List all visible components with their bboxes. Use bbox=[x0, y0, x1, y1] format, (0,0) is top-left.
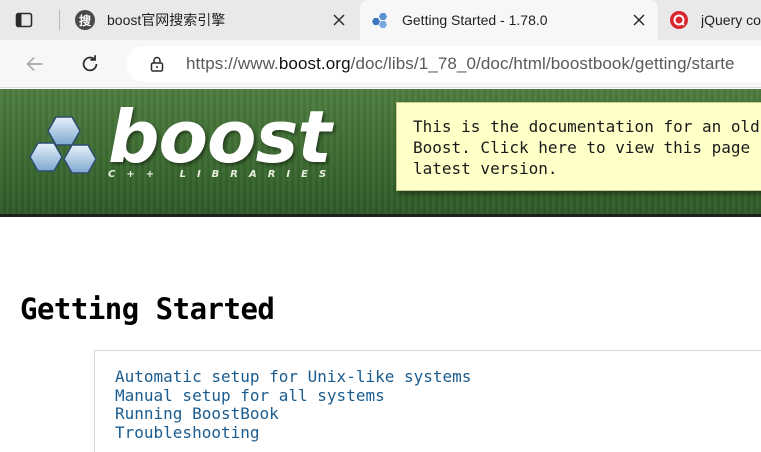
toc-link-manual-setup[interactable]: Manual setup for all systems bbox=[115, 386, 761, 406]
tab-actions-icon bbox=[15, 12, 33, 28]
tab-title: Getting Started - 1.78.0 bbox=[402, 12, 548, 28]
jquery-red-favicon-icon bbox=[669, 10, 689, 30]
page-title: Getting Started bbox=[20, 292, 275, 326]
tab-jquery[interactable]: jQuery co bbox=[662, 0, 761, 40]
back-arrow-icon bbox=[26, 56, 43, 72]
address-bar[interactable]: https://www.boost.org/doc/libs/1_78_0/do… bbox=[126, 46, 761, 82]
toc-link-troubleshooting[interactable]: Troubleshooting bbox=[115, 423, 761, 443]
tab-title: boost官网搜索引擎 bbox=[107, 12, 226, 28]
header-divider bbox=[0, 214, 761, 217]
boost-header-banner: boost C++ LIBRARIES This is the document… bbox=[0, 89, 761, 214]
close-icon[interactable] bbox=[332, 13, 346, 27]
tab-strip-divider bbox=[59, 10, 60, 30]
table-of-contents: Automatic setup for Unix-like systems Ma… bbox=[94, 350, 761, 452]
refresh-icon bbox=[82, 55, 98, 72]
close-icon[interactable] bbox=[632, 13, 646, 27]
tab-actions-button[interactable] bbox=[8, 8, 40, 32]
back-button[interactable] bbox=[23, 52, 47, 76]
boost-hexagon-logo-icon bbox=[29, 116, 97, 174]
lock-icon[interactable] bbox=[148, 55, 166, 73]
sou-search-favicon-icon: 搜 bbox=[75, 10, 95, 30]
tab-strip: 搜 boost官网搜索引擎 Getting Started - 1.78.0 j… bbox=[0, 0, 761, 40]
toc-link-running-boostbook[interactable]: Running BoostBook bbox=[115, 404, 761, 424]
refresh-button[interactable] bbox=[78, 52, 102, 76]
toc-link-automatic-setup[interactable]: Automatic setup for Unix-like systems bbox=[115, 367, 761, 387]
browser-toolbar: https://www.boost.org/doc/libs/1_78_0/do… bbox=[0, 40, 761, 88]
boost-logo-subtitle: C++ LIBRARIES bbox=[108, 169, 338, 180]
boost-favicon-icon bbox=[370, 10, 390, 30]
tab-title: jQuery co bbox=[701, 12, 761, 28]
page-content: boost C++ LIBRARIES This is the document… bbox=[0, 89, 761, 452]
url-text: https://www.boost.org/doc/libs/1_78_0/do… bbox=[186, 54, 735, 73]
tab-boost-search[interactable]: 搜 boost官网搜索引擎 bbox=[70, 0, 358, 40]
old-version-notice[interactable]: This is the documentation for an old Boo… bbox=[396, 102, 761, 191]
tab-getting-started[interactable]: Getting Started - 1.78.0 bbox=[360, 0, 658, 40]
